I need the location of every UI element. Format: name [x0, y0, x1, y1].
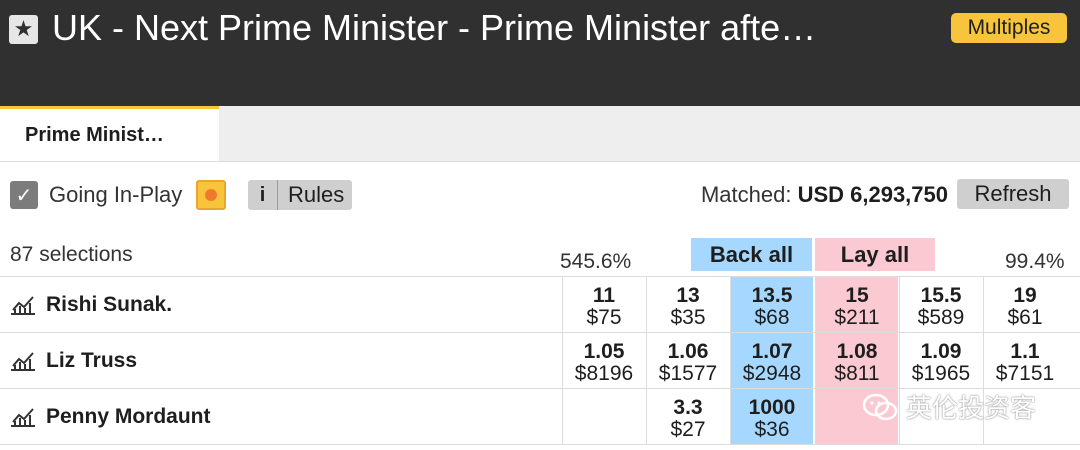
chart-icon[interactable]: [10, 350, 36, 372]
back-price-cell[interactable]: 1.06 $1577: [646, 333, 729, 388]
watermark: 英伦投资客: [862, 388, 1036, 425]
info-icon: i: [248, 180, 278, 210]
rules-label: Rules: [288, 182, 345, 207]
odds: 11: [592, 284, 616, 307]
market-title: UK - Next Prime Minister - Prime Ministe…: [52, 7, 817, 48]
back-price-cell[interactable]: 3.3 $27: [646, 389, 729, 444]
runner-name: Penny Mordaunt: [46, 405, 211, 428]
amount: $75: [586, 306, 622, 329]
best-lay-price-cell[interactable]: 15 $211: [815, 277, 898, 332]
lay-price-cell[interactable]: 19 $61: [983, 277, 1066, 332]
odds: 3.3: [673, 396, 703, 419]
back-all-button[interactable]: Back all: [691, 238, 812, 271]
star-icon[interactable]: ★: [9, 15, 38, 44]
amount: $8196: [574, 362, 634, 385]
odds: 1000: [748, 396, 796, 419]
back-price-cell[interactable]: 13 $35: [646, 277, 729, 332]
odds: 1.08: [836, 340, 878, 363]
lay-overround: 99.4%: [1005, 250, 1065, 273]
amount: $27: [670, 418, 706, 441]
matched-value: USD 6,293,750: [797, 182, 948, 207]
back-price-cell[interactable]: 11 $75: [562, 277, 645, 332]
lay-all-button[interactable]: Lay all: [815, 238, 935, 271]
refresh-button[interactable]: Refresh: [957, 179, 1069, 209]
amount: $589: [917, 306, 965, 329]
amount: $68: [754, 306, 790, 329]
chart-icon[interactable]: [10, 294, 36, 316]
best-back-price-cell[interactable]: 1.07 $2948: [730, 333, 813, 388]
runner-row-liz-truss[interactable]: Liz Truss: [10, 333, 137, 389]
runner-row-penny-mordaunt[interactable]: Penny Mordaunt: [10, 389, 211, 445]
amount: $811: [834, 362, 880, 385]
amount: $35: [670, 306, 706, 329]
lay-price-cell[interactable]: 15.5 $589: [899, 277, 982, 332]
runner-row-rishi-sunak[interactable]: Rishi Sunak.: [10, 277, 172, 333]
going-in-play-checkbox[interactable]: ✓: [10, 181, 38, 209]
watermark-text: 英伦投资客: [906, 394, 1037, 424]
lay-price-cell[interactable]: 1.09 $1965: [899, 333, 982, 388]
best-back-price-cell[interactable]: 1000 $36: [730, 389, 813, 444]
odds: 13: [676, 284, 700, 307]
matched-amount: Matched: USD 6,293,750: [701, 180, 948, 210]
amount: $211: [834, 306, 880, 329]
matched-label: Matched:: [700, 182, 792, 207]
going-in-play-label: Going In-Play: [49, 182, 183, 207]
back-overround: 545.6%: [560, 250, 632, 273]
odds: 1.09: [920, 340, 962, 363]
tab-prime-minister[interactable]: Prime Minist…: [0, 106, 219, 161]
amount: $2948: [742, 362, 802, 385]
chart-icon[interactable]: [10, 406, 36, 428]
odds: 15: [845, 284, 869, 307]
wechat-icon: [862, 393, 898, 420]
rules-button[interactable]: i Rules: [248, 180, 352, 210]
back-price-cell[interactable]: 1.05 $8196: [562, 333, 645, 388]
amount: $36: [754, 418, 790, 441]
amount: $1577: [658, 362, 718, 385]
in-play-icon: [196, 180, 226, 210]
odds: 15.5: [920, 284, 962, 307]
odds: 19: [1013, 284, 1037, 307]
lay-price-cell[interactable]: 1.1 $7151: [983, 333, 1066, 388]
selections-count: 87 selections: [10, 243, 133, 266]
best-lay-price-cell[interactable]: 1.08 $811: [815, 333, 898, 388]
amount: $61: [1007, 306, 1043, 329]
header-bar: ★ UK - Next Prime Minister - Prime Minis…: [0, 0, 1080, 106]
best-back-price-cell[interactable]: 13.5 $68: [730, 277, 813, 332]
amount: $7151: [995, 362, 1055, 385]
odds: 1.06: [667, 340, 709, 363]
odds: 1.05: [583, 340, 625, 363]
odds: 13.5: [751, 284, 793, 307]
multiples-button[interactable]: Multiples: [951, 13, 1067, 43]
odds: 1.07: [751, 340, 793, 363]
runner-name: Liz Truss: [46, 349, 138, 372]
odds: 1.1: [1010, 340, 1040, 363]
runner-name: Rishi Sunak.: [46, 293, 173, 316]
tab-strip: Prime Minist…: [0, 106, 1080, 162]
back-price-cell[interactable]: [562, 389, 645, 444]
amount: $1965: [911, 362, 971, 385]
